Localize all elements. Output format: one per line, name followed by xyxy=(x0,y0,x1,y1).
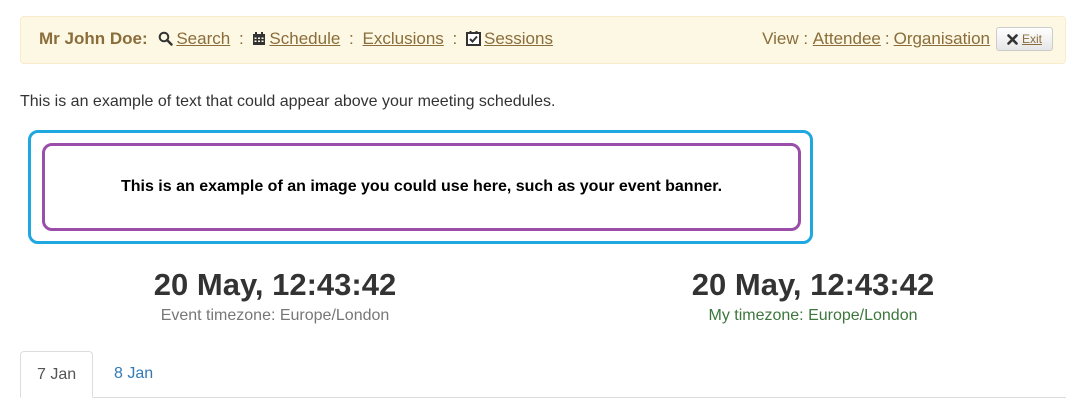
view-switcher: View : Attendee : Organisation Exit xyxy=(762,27,1053,51)
header-bar: Mr John Doe: Search : Schedule : Exclusi… xyxy=(20,16,1066,64)
event-clock: 20 May, 12:43:42 Event timezone: Europe/… xyxy=(75,266,475,325)
exclusions-link[interactable]: Exclusions xyxy=(363,29,444,48)
my-timezone: My timezone: Europe/London xyxy=(708,307,918,324)
nav-separator: : xyxy=(452,29,458,48)
header-nav: Mr John Doe: Search : Schedule : Exclusi… xyxy=(39,29,553,51)
my-clock: 20 May, 12:43:42 My timezone: Europe/Lon… xyxy=(613,266,1013,325)
event-time: 20 May, 12:43:42 xyxy=(153,267,397,302)
banner-text: This is an example of an image you could… xyxy=(120,178,723,195)
tab-7-jan[interactable]: 7 Jan xyxy=(20,351,94,398)
exit-button[interactable]: Exit xyxy=(995,27,1053,51)
banner-frame: This is an example of an image you could… xyxy=(42,143,801,231)
intro-text: This is an example of text that could ap… xyxy=(20,93,556,110)
event-timezone: Event timezone: Europe/London xyxy=(160,307,390,324)
date-tabs: 7 Jan 8 Jan xyxy=(20,351,1066,398)
calendar-icon xyxy=(252,31,266,51)
my-time: 20 May, 12:43:42 xyxy=(691,267,935,302)
event-banner: This is an example of an image you could… xyxy=(28,130,813,244)
schedule-link[interactable]: Schedule xyxy=(269,29,340,48)
exit-label: Exit xyxy=(1021,32,1042,46)
close-icon xyxy=(1007,33,1018,45)
sessions-link[interactable]: Sessions xyxy=(484,29,553,48)
user-name: Mr John Doe: xyxy=(39,29,148,48)
tab-8-jan[interactable]: 8 Jan xyxy=(98,351,169,398)
nav-separator: : xyxy=(349,29,354,48)
checked-calendar-icon xyxy=(465,30,481,51)
search-link[interactable]: Search xyxy=(176,29,230,48)
view-separator: : xyxy=(884,29,890,48)
nav-separator: : xyxy=(238,29,244,48)
search-icon xyxy=(158,31,174,51)
view-label: View : xyxy=(762,29,809,48)
organisation-link[interactable]: Organisation xyxy=(894,29,990,49)
attendee-link[interactable]: Attendee xyxy=(813,29,881,49)
